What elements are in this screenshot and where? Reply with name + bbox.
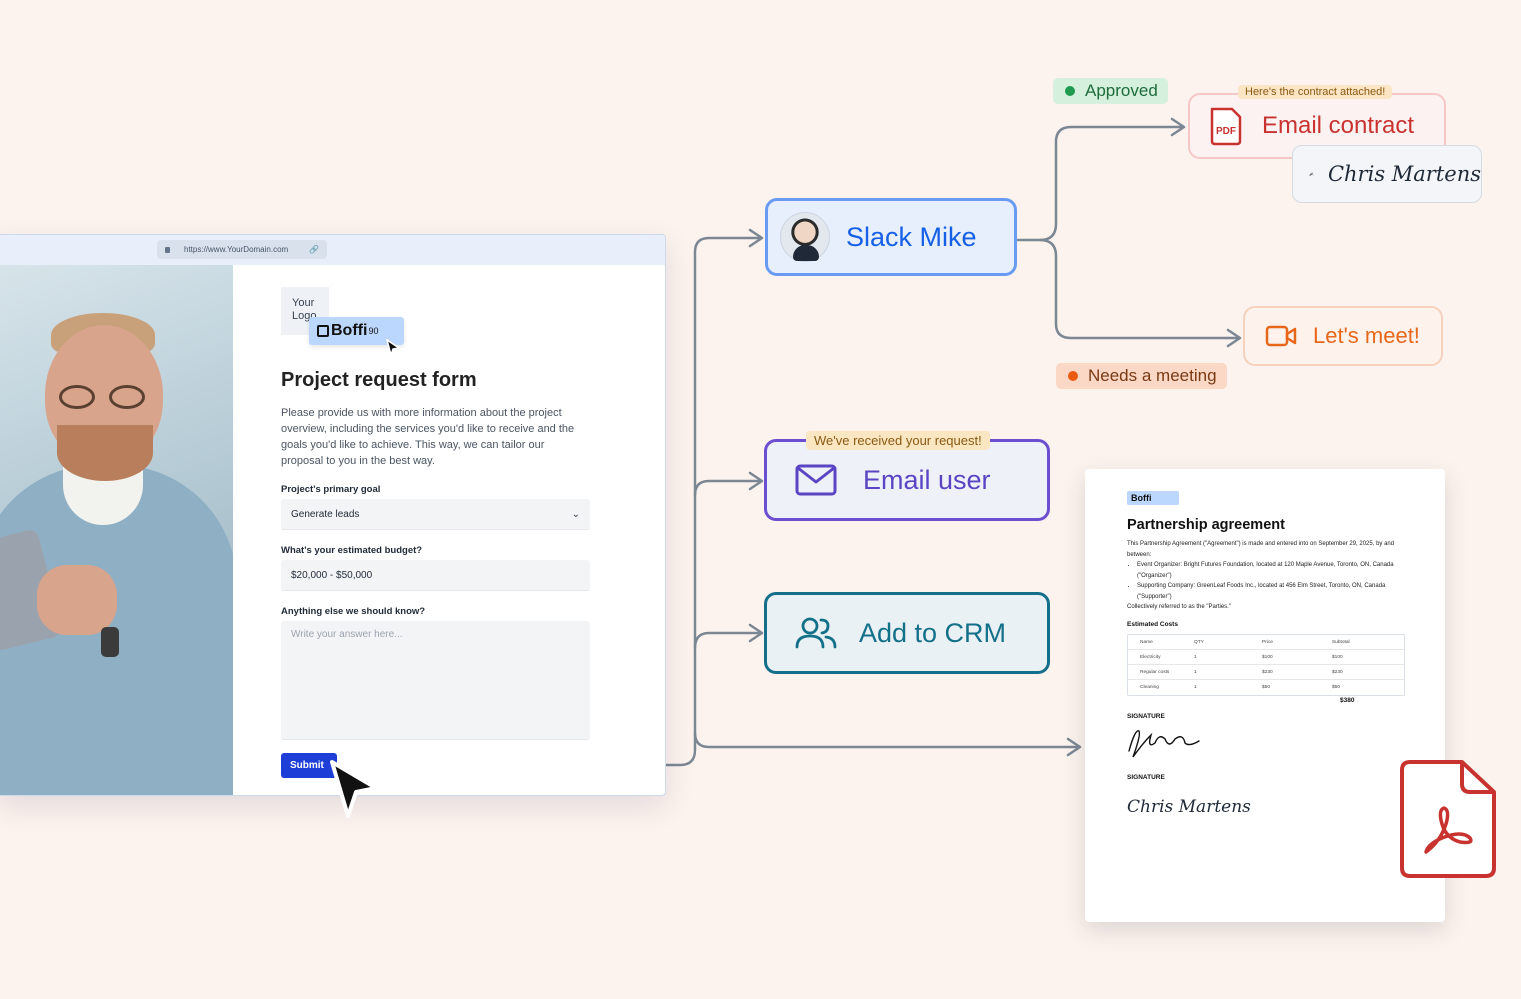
budget-label: What's your estimated budget? — [281, 545, 423, 556]
table-cell: Electricity — [1140, 654, 1161, 660]
form-title: Project request form — [281, 369, 477, 391]
browser-window: https://www.YourDomain.com 🔗 Your Logo B… — [0, 234, 666, 796]
table-cell: $100 — [1332, 654, 1343, 660]
request-received-tag: We've received your request! — [806, 431, 990, 450]
goal-label: Project's primary goal — [281, 484, 381, 495]
boffi-logo-icon — [317, 325, 329, 337]
contract-attached-tag: Here's the contract attached! — [1238, 85, 1393, 99]
collective-text: Collectively referred to as the "Parties… — [1127, 604, 1231, 610]
table-row: Cleaning 1 $50 $50 — [1128, 680, 1404, 695]
brand-name: Boffi — [331, 322, 368, 339]
document-title: Partnership agreement — [1127, 517, 1285, 533]
chevron-down-icon: ⌄ — [571, 508, 580, 520]
acrobat-pdf-icon — [1400, 760, 1496, 878]
table-cell: $230 — [1332, 669, 1343, 675]
approved-dot-icon — [1065, 86, 1075, 96]
pdf-file-icon: PDF — [1208, 105, 1244, 147]
intro-text: This Partnership Agreement ("Agreement")… — [1127, 541, 1395, 558]
video-camera-icon — [1265, 324, 1297, 348]
table-cell: $100 — [1262, 654, 1273, 660]
notes-placeholder: Write your answer here... — [291, 629, 403, 640]
table-cell: $50 — [1262, 685, 1271, 690]
document-intro: This Partnership Agreement ("Agreement")… — [1127, 539, 1412, 613]
slack-mike-label: Slack Mike — [846, 221, 977, 252]
url-field[interactable]: https://www.YourDomain.com 🔗 — [157, 240, 327, 259]
needs-meeting-dot-icon — [1068, 371, 1078, 381]
pdf-icon-text: PDF — [1216, 126, 1236, 137]
approved-label: Approved — [1085, 81, 1158, 100]
mouse-cursor-icon — [330, 760, 378, 818]
table-cell: $50 — [1332, 685, 1341, 690]
goal-select[interactable]: Generate leads ⌄ — [281, 499, 590, 530]
table-cell: Cleaning — [1140, 685, 1159, 690]
party-organizer: Event Organizer: Bright Futures Foundati… — [1137, 560, 1412, 581]
lock-icon — [165, 246, 170, 253]
signature-label-1: SIGNATURE — [1127, 713, 1165, 720]
email-user-label: Email user — [863, 464, 991, 495]
costs-table: Name QTY Price Subtotal Electricity 1 $1… — [1127, 634, 1405, 696]
goal-value: Generate leads — [291, 508, 360, 520]
signature-name-2: Chris Martens — [1127, 797, 1251, 817]
table-header: QTY — [1194, 639, 1204, 645]
partnership-agreement-document[interactable]: Boffi Partnership agreement This Partner… — [1085, 469, 1445, 922]
table-header: Subtotal — [1332, 639, 1350, 645]
signature-card: Chris Martens — [1292, 145, 1482, 203]
budget-field[interactable]: $20,000 - $50,000 — [281, 560, 590, 591]
table-header: Price — [1262, 639, 1273, 645]
lets-meet-node[interactable]: Let's meet! — [1243, 306, 1443, 366]
party-supporter: Supporting Company: GreenLeaf Foods Inc.… — [1137, 581, 1412, 602]
browser-address-bar: https://www.YourDomain.com 🔗 — [0, 235, 665, 265]
avatar — [780, 212, 830, 262]
person-photo — [0, 265, 233, 795]
brand-suffix: 90 — [368, 326, 379, 336]
needs-meeting-label: Needs a meeting — [1088, 366, 1217, 385]
signature-label-2: SIGNATURE — [1127, 774, 1165, 781]
budget-value: $20,000 - $50,000 — [291, 569, 373, 581]
table-cell: Regular costs — [1140, 669, 1170, 675]
table-row: Regular costs 1 $230 $230 — [1128, 665, 1404, 680]
table-cell: 1 — [1194, 669, 1197, 675]
email-contract-label: Email contract — [1262, 112, 1415, 139]
costs-total: $380 — [1340, 697, 1355, 704]
slack-mike-node[interactable]: Slack Mike — [765, 198, 1017, 276]
table-row: Electricity 1 $100 $100 — [1128, 650, 1404, 665]
small-cursor-icon — [385, 339, 401, 357]
signature-pen-icon — [1309, 172, 1314, 177]
table-cell: 1 — [1194, 685, 1197, 690]
notes-label: Anything else we should know? — [281, 606, 426, 617]
form-description: Please provide us with more information … — [281, 407, 575, 467]
signature-name: Chris Martens — [1327, 162, 1481, 186]
notes-textarea[interactable]: Write your answer here... — [281, 621, 590, 740]
link-icon[interactable]: 🔗 — [309, 245, 319, 254]
table-cell: $230 — [1262, 669, 1273, 675]
add-to-crm-node[interactable]: Add to CRM — [764, 592, 1050, 674]
url-text: https://www.YourDomain.com — [184, 245, 289, 254]
table-header: Name — [1140, 639, 1153, 645]
add-to-crm-label: Add to CRM — [859, 617, 1007, 648]
lets-meet-label: Let's meet! — [1313, 323, 1420, 348]
approved-status-badge: Approved — [1053, 78, 1168, 104]
costs-heading: Estimated Costs — [1127, 621, 1178, 628]
email-user-node[interactable]: Email user — [764, 439, 1050, 521]
mail-icon — [795, 464, 837, 496]
table-header-row: Name QTY Price Subtotal — [1128, 635, 1404, 650]
needs-meeting-status-badge: Needs a meeting — [1056, 363, 1227, 389]
table-cell: 1 — [1194, 654, 1197, 660]
users-icon — [795, 616, 837, 650]
handwritten-signature-1 — [1128, 730, 1200, 758]
document-brand-logo: Boffi — [1127, 491, 1179, 505]
